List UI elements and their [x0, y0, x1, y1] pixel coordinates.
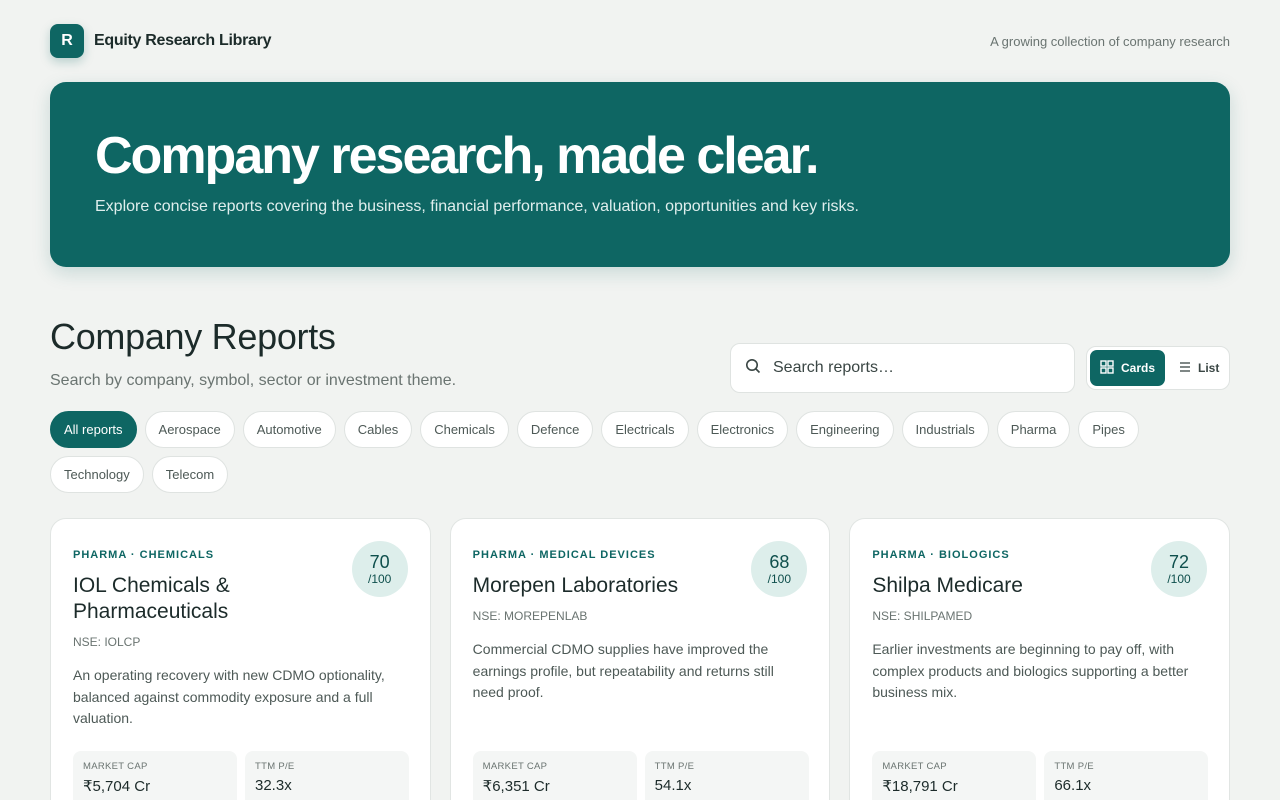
view-toggle: Cards List — [1086, 346, 1230, 390]
score-value: 72 — [1169, 552, 1190, 572]
cards-view-label: Cards — [1121, 361, 1156, 375]
score-value: 70 — [369, 552, 390, 572]
score-denominator: /100 — [767, 572, 792, 586]
grid-icon — [1100, 359, 1114, 377]
search-box[interactable] — [730, 343, 1075, 393]
company-name[interactable]: IOL Chemicals & Pharmaceuticals — [73, 573, 343, 625]
metric-market-cap: MARKET CAP ₹18,791 Cr — [872, 751, 1037, 800]
metric-value: 66.1x — [1054, 777, 1092, 794]
metric-label: TTM P/E — [654, 761, 695, 772]
filter-chip-aerospace[interactable]: Aerospace — [144, 411, 235, 448]
ticker: NSE: MOREPENLAB — [472, 609, 588, 623]
metric-value: ₹18,791 Cr — [882, 778, 958, 795]
section-title: Company Reports — [50, 316, 336, 357]
filter-chip-pipes[interactable]: Pipes — [1078, 411, 1139, 448]
company-name[interactable]: Morepen Laboratories — [473, 573, 743, 599]
ticker: NSE: IOLCP — [73, 635, 141, 649]
filter-chips: All reports Aerospace Automotive Cables … — [50, 411, 1230, 493]
hero-title: Company research, made clear. — [95, 127, 819, 185]
filter-chip-technology[interactable]: Technology — [50, 456, 144, 493]
ticker: NSE: SHILPAMED — [872, 609, 973, 623]
score-badge: 72 /100 — [1151, 541, 1208, 597]
logo: R — [50, 24, 84, 58]
list-view-label: List — [1198, 361, 1220, 375]
metric-label: TTM P/E — [255, 761, 295, 772]
search-input[interactable] — [773, 359, 1043, 377]
metric-value: 54.1x — [654, 777, 692, 794]
filter-chip-pharma[interactable]: Pharma — [996, 411, 1071, 448]
hero-subtitle: Explore concise reports covering the bus… — [95, 198, 859, 215]
brand-name: Equity Research Library — [94, 32, 272, 49]
section-subtitle: Search by company, symbol, sector or inv… — [50, 372, 457, 389]
metric-label: MARKET CAP — [83, 761, 148, 772]
metric-label: TTM P/E — [1054, 761, 1094, 772]
filter-chip-telecom[interactable]: Telecom — [151, 456, 229, 493]
metric-market-cap: MARKET CAP ₹6,351 Cr — [472, 751, 637, 800]
filter-chip-electricals[interactable]: Electricals — [601, 411, 689, 448]
filter-chip-electronics[interactable]: Electronics — [696, 411, 789, 448]
list-view-button[interactable]: List — [1169, 350, 1229, 386]
report-summary: Commercial CDMO supplies have improved t… — [472, 641, 774, 700]
filter-chip-engineering[interactable]: Engineering — [796, 411, 894, 448]
score-badge: 70 /100 — [351, 541, 408, 597]
report-card[interactable]: PHARMA · CHEMICALS IOL Chemicals & Pharm… — [50, 518, 431, 800]
report-cards: PHARMA · CHEMICALS IOL Chemicals & Pharm… — [50, 518, 1231, 800]
metric-value: ₹5,704 Cr — [83, 778, 151, 795]
filter-chip-chemicals[interactable]: Chemicals — [420, 411, 509, 448]
company-name[interactable]: Shilpa Medicare — [872, 573, 1142, 599]
filter-chip-cables[interactable]: Cables — [343, 411, 413, 448]
score-denominator: /100 — [1167, 572, 1191, 586]
filter-chip-all-reports[interactable]: All reports — [50, 411, 137, 448]
metric-ttm-pe: TTM P/E 66.1x — [1044, 751, 1209, 800]
cards-view-button[interactable]: Cards — [1090, 350, 1166, 386]
list-icon — [1179, 361, 1191, 376]
metric-label: MARKET CAP — [882, 761, 947, 772]
hero-banner: Company research, made clear. Explore co… — [50, 82, 1230, 267]
report-summary: An operating recovery with new CDMO opti… — [73, 667, 385, 726]
tagline: A growing collection of company research — [990, 33, 1230, 49]
filter-chip-industrials[interactable]: Industrials — [901, 411, 989, 448]
metric-label: MARKET CAP — [482, 761, 548, 772]
metric-ttm-pe: TTM P/E 32.3x — [245, 751, 409, 800]
brand[interactable]: R Equity Research Library — [50, 24, 271, 58]
metrics: MARKET CAP ₹6,351 Cr TTM P/E 54.1x — [472, 751, 809, 800]
score-value: 68 — [769, 552, 790, 572]
metrics: MARKET CAP ₹18,791 Cr TTM P/E 66.1x — [872, 751, 1209, 800]
report-card[interactable]: PHARMA · MEDICAL DEVICES Morepen Laborat… — [449, 518, 831, 800]
score-denominator: /100 — [367, 572, 392, 586]
metrics: MARKET CAP ₹5,704 Cr TTM P/E 32.3x — [73, 751, 409, 800]
metric-market-cap: MARKET CAP ₹5,704 Cr — [73, 751, 237, 800]
top-bar: R Equity Research Library A growing coll… — [50, 24, 1230, 58]
search-icon — [745, 358, 761, 379]
report-summary: Earlier investments are beginning to pay… — [872, 641, 1189, 700]
score-badge: 68 /100 — [751, 541, 808, 597]
metric-ttm-pe: TTM P/E 54.1x — [644, 751, 809, 800]
metric-value: ₹6,351 Cr — [482, 778, 550, 795]
report-card[interactable]: PHARMA · BIOLOGICS Shilpa Medicare NSE: … — [849, 518, 1231, 800]
metric-value: 32.3x — [255, 777, 292, 794]
filter-chip-automotive[interactable]: Automotive — [242, 411, 336, 448]
filter-chip-defence[interactable]: Defence — [516, 411, 594, 448]
